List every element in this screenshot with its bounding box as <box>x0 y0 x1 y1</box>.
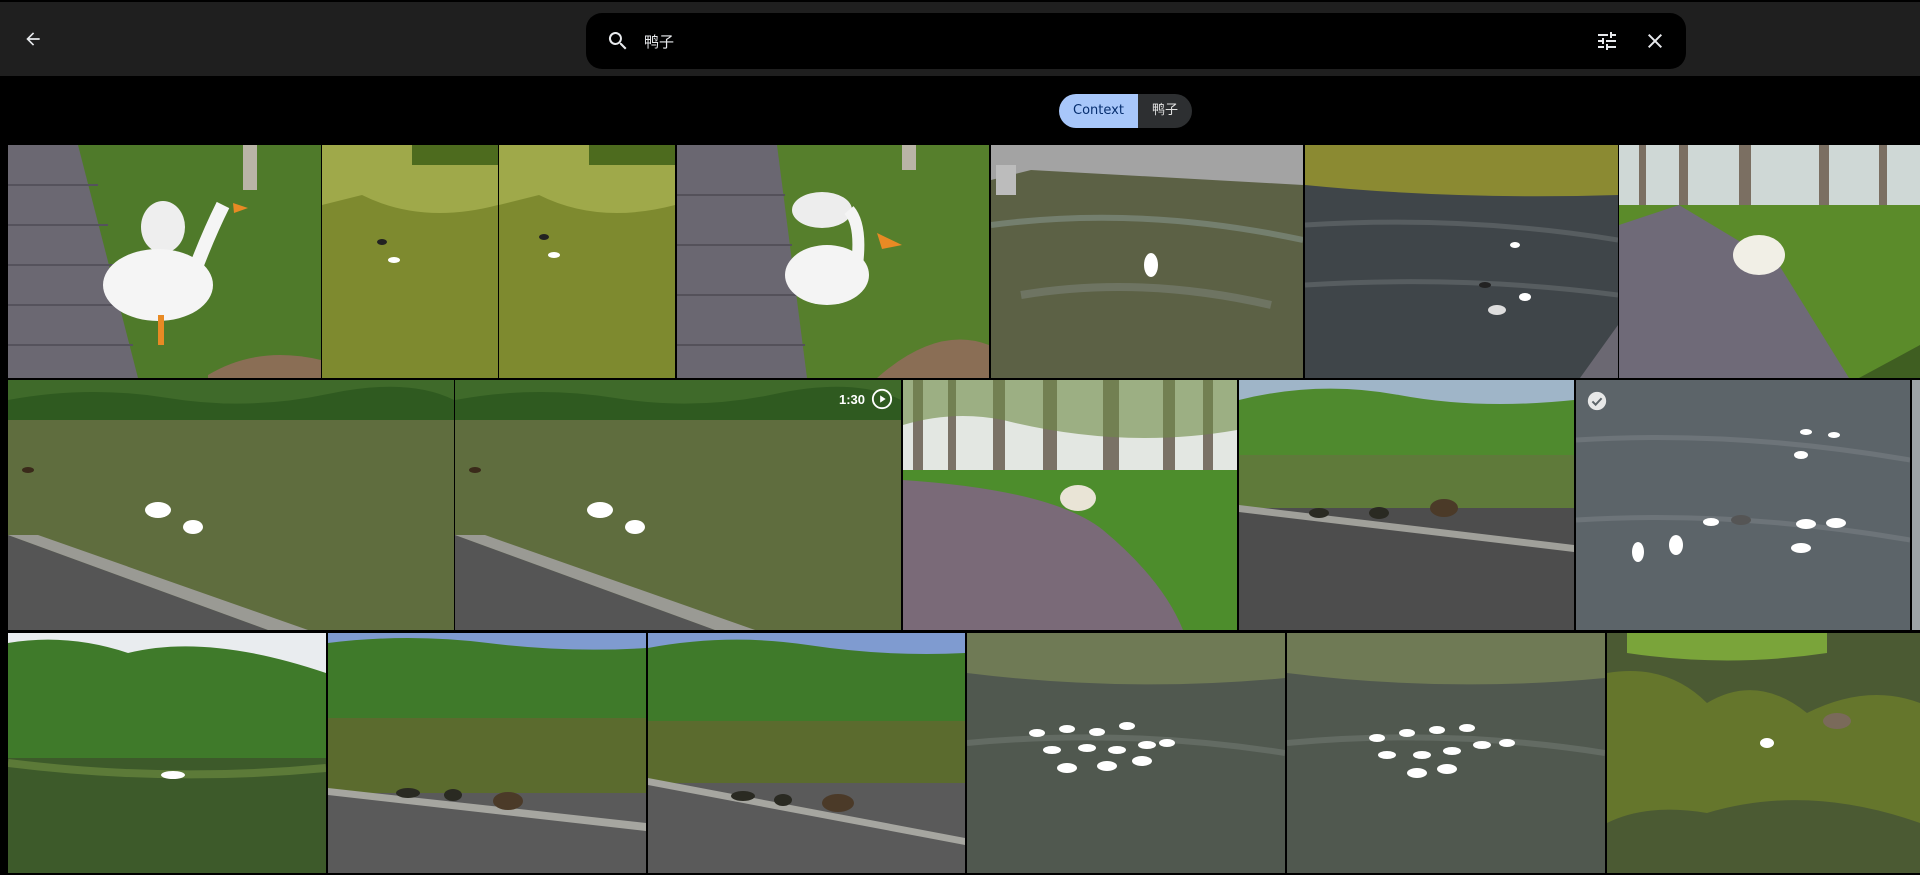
photo-ducks-shore[interactable] <box>1239 380 1574 630</box>
video-duration-badge: 1:30 <box>839 388 893 410</box>
photo-pond-ducks-2[interactable] <box>499 145 675 378</box>
top-app-bar: 鸭子 <box>0 2 1920 76</box>
chip-context[interactable]: Context <box>1059 94 1138 128</box>
search-input[interactable]: 鸭子 <box>644 31 674 52</box>
play-circle-icon <box>871 388 893 410</box>
photo-geese-path[interactable] <box>8 145 321 378</box>
video-duration-text: 1:30 <box>838 391 865 407</box>
photo-ducks-water-selected[interactable] <box>1576 380 1910 630</box>
photo-flock-water-2[interactable] <box>1287 633 1605 873</box>
photo-park-path-duck[interactable] <box>903 380 1237 630</box>
arrow-left-icon <box>26 32 40 46</box>
photo-goose-path-2[interactable] <box>1619 145 1920 378</box>
photo-edge-sliver[interactable] <box>1912 380 1920 630</box>
photo-willow-lake-1[interactable] <box>8 633 326 873</box>
chip-duck[interactable]: 鸭子 <box>1137 94 1192 128</box>
search-icon <box>608 32 627 50</box>
photo-willow-lake-ducks-2[interactable] <box>648 633 965 873</box>
photo-dock-goose[interactable] <box>991 145 1303 378</box>
search-bar[interactable]: 鸭子 <box>586 13 1686 69</box>
photo-pond-ducks-3[interactable] <box>1305 145 1618 378</box>
close-icon[interactable] <box>1643 29 1667 53</box>
photo-reflection-lake[interactable] <box>1607 633 1920 873</box>
photo-geese-grass[interactable] <box>677 145 989 378</box>
back-button[interactable] <box>18 24 48 54</box>
photo-willow-lake-ducks-1[interactable] <box>328 633 646 873</box>
check-circle-icon[interactable] <box>1586 390 1608 412</box>
photo-pond-ducks-1[interactable] <box>322 145 498 378</box>
photo-river-geese-video[interactable]: 1:30 <box>455 380 901 630</box>
tune-icon[interactable] <box>1595 29 1619 53</box>
photo-river-geese-1[interactable] <box>8 380 454 630</box>
filter-chips: Context 鸭子 <box>1059 94 1192 128</box>
photo-flock-water-1[interactable] <box>967 633 1285 873</box>
